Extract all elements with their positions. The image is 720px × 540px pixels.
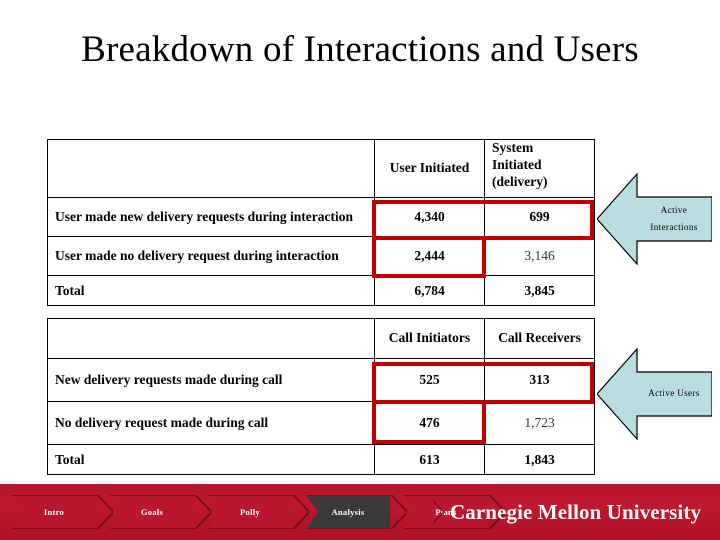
header-cell-blank: [47, 139, 375, 198]
header-cell-call-receivers: Call Receivers: [484, 318, 595, 359]
callout-text: Active Interactions: [637, 172, 711, 266]
nav-tab-goals[interactable]: Goals: [110, 495, 194, 529]
cell-value-total: 6,784: [374, 275, 485, 306]
header-line-3: (delivery): [492, 173, 548, 189]
cell-value: 2,444: [374, 236, 485, 276]
cell-value: 699: [484, 197, 595, 237]
table-row: New delivery requests made during call 5…: [47, 358, 595, 402]
chevron-right-icon: [432, 500, 445, 524]
cell-value: 313: [484, 358, 595, 402]
nav-tab-intro[interactable]: Intro: [12, 495, 96, 529]
nav-separator-icon: [390, 495, 410, 529]
cell-value: 1,723: [484, 401, 595, 445]
header-cell-system-initiated: System Initiated (delivery): [484, 139, 595, 198]
row-label: New delivery requests made during call: [47, 358, 375, 402]
nav-separator-icon: [292, 495, 312, 529]
row-label-total: Total: [47, 444, 375, 475]
footer-bar: Intro Goals Polly Analysis Plans Carnegi…: [0, 484, 720, 540]
table-row: User made no delivery request during int…: [47, 236, 595, 276]
callout-line-1: Active: [660, 204, 688, 215]
interactions-table: User Initiated System Initiated (deliver…: [47, 139, 595, 306]
table-header-row: User Initiated System Initiated (deliver…: [47, 139, 595, 198]
callout-line-1: Active Users: [648, 388, 700, 399]
callout-active-users: Active Users: [597, 347, 712, 441]
row-label: User made new delivery requests during i…: [47, 197, 375, 237]
users-table: Call Initiators Call Receivers New deliv…: [47, 318, 595, 475]
page-title: Breakdown of Interactions and Users: [81, 29, 639, 70]
cell-value: 3,146: [484, 236, 595, 276]
cmu-wordmark: Carnegie Mellon University: [450, 499, 702, 524]
table-total-row: Total 613 1,843: [47, 444, 595, 475]
nav-tab-label: Goals: [140, 507, 164, 517]
header-line-1: System: [492, 140, 534, 155]
row-label: No delivery request made during call: [47, 401, 375, 445]
table-row: User made new delivery requests during i…: [47, 197, 595, 237]
row-label: User made no delivery request during int…: [47, 236, 375, 276]
nav-tab-label: Intro: [43, 507, 65, 517]
header-cell-blank: [47, 318, 375, 359]
table-row: No delivery request made during call 476…: [47, 401, 595, 445]
callout-line-2: Interactions: [650, 222, 698, 232]
cell-value-total: 613: [374, 444, 485, 475]
header-cell-call-initiators: Call Initiators: [374, 318, 485, 359]
nav-tab-label: Analysis: [331, 507, 365, 517]
header-cell-user-initiated: User Initiated: [374, 139, 485, 198]
cell-value-total: 3,845: [484, 275, 595, 306]
nav-tab-analysis[interactable]: Analysis: [306, 495, 390, 529]
nav-tab-label: Polly: [240, 507, 260, 517]
row-label-total: Total: [47, 275, 375, 306]
nav-separator-icon: [96, 495, 116, 529]
callout-active-interactions: Active Interactions: [597, 172, 712, 266]
table-header-row: Call Initiators Call Receivers: [47, 318, 595, 359]
callout-text: Active Users: [637, 347, 711, 441]
cell-value-total: 1,843: [484, 444, 595, 475]
nav-separator-icon: [194, 495, 214, 529]
nav-tab-polly[interactable]: Polly: [208, 495, 292, 529]
cell-value: 525: [374, 358, 485, 402]
cell-value: 476: [374, 401, 485, 445]
header-line-2: Initiated: [492, 156, 542, 172]
cell-value: 4,340: [374, 197, 485, 237]
table-total-row: Total 6,784 3,845: [47, 275, 595, 306]
